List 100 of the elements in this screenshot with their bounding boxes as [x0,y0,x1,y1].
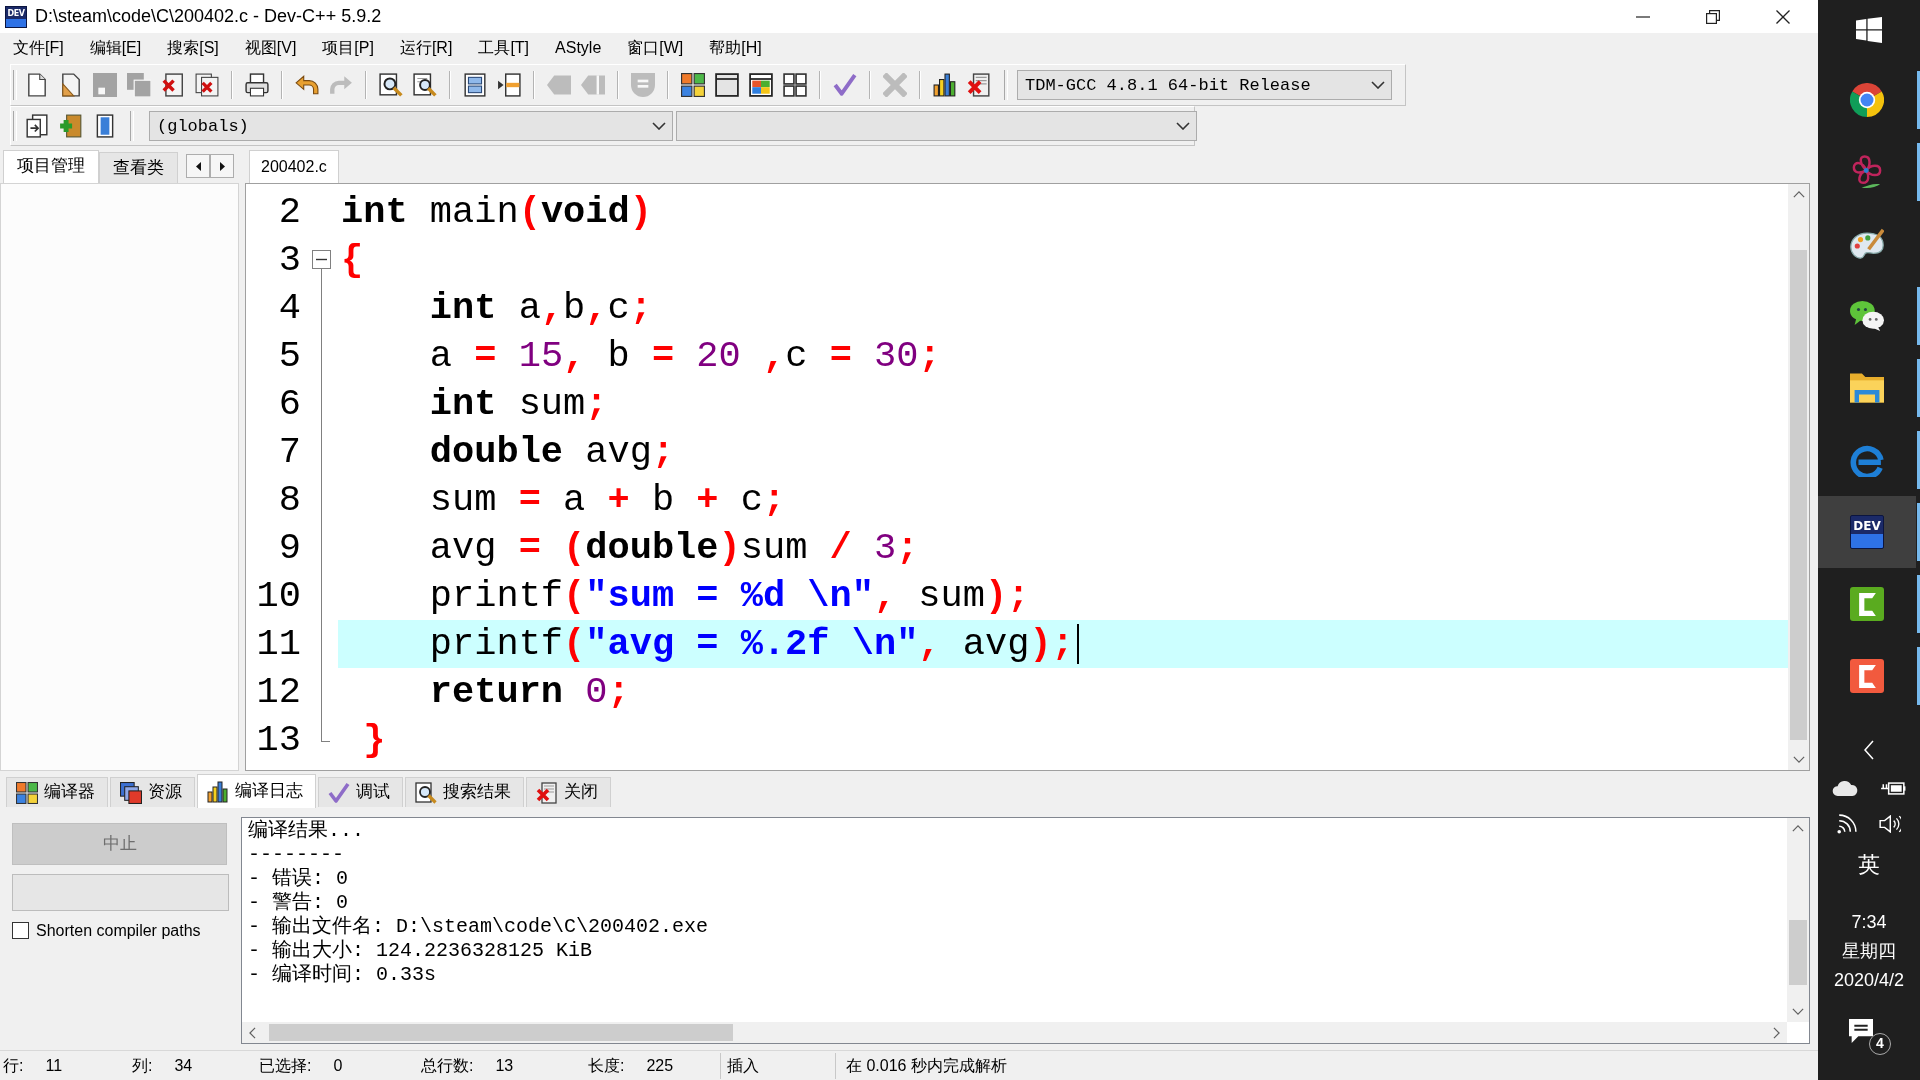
window-title: D:\steam\code\C\200402.c - Dev-C++ 5.9.2 [35,5,382,28]
page-icon [59,73,83,97]
scope-select[interactable]: (globals) [149,111,673,141]
clock-weekday: 星期四 [1842,940,1896,963]
restore-icon [1706,9,1720,24]
status-value: 11 [45,1055,63,1076]
color-grid-icon [681,73,705,97]
log-line: - 编译时间: 0.33s [248,963,438,987]
bottom-tab[interactable]: 调试 [318,777,403,807]
cloud-icon[interactable] [1832,780,1858,796]
speaker-icon[interactable] [1879,815,1901,833]
line-number: 12 [255,670,302,715]
menu-item[interactable]: 文件[F] [0,33,77,62]
minimize-icon [1636,15,1650,18]
page-magnifier-icon [415,781,437,804]
file-tab[interactable]: 200402.c [249,150,339,183]
log-line: - 输出大小: 124.2236328125 KiB [248,939,594,963]
color-window-icon [749,73,773,97]
page-magnifier-icon [413,73,437,97]
line-number: 9 [277,526,302,571]
chevron-down-icon [1176,122,1190,130]
code-line: printf("sum = %d \n", sum); [429,575,1030,617]
menu-item[interactable]: 编辑[E] [76,33,155,62]
panel-tab[interactable]: 项目管理 [3,150,99,183]
battery-icon[interactable] [1880,781,1906,795]
scrollbar-thumb[interactable] [1790,250,1807,740]
close-icon [1776,9,1790,24]
code-line: printf("avg = %.2f \n", avg); [429,623,1074,665]
code-line: int main(void) [341,191,652,233]
menu-item[interactable]: 工具[T] [465,33,543,62]
printer-icon [245,73,269,97]
page-cross-icon [161,73,185,97]
chevron-down-icon[interactable] [1792,756,1805,763]
bottom-tab[interactable]: 关闭 [526,777,611,807]
scroll-right-button[interactable] [210,154,234,178]
chevron-up-icon[interactable] [1792,191,1805,198]
chevron-down-icon [1371,81,1385,89]
save-icon [93,73,117,97]
line-number: 4 [277,286,302,331]
page-cross-icon [536,781,558,804]
menu-item[interactable]: 搜索[S] [154,33,232,62]
compiler-select[interactable]: TDM-GCC 4.8.1 64-bit Release [1017,70,1392,100]
chevron-down-icon[interactable] [1791,1008,1804,1015]
status-label: 列: [132,1055,153,1076]
bottom-tab[interactable]: 编译日志 [197,774,316,808]
cross-icon [883,73,907,97]
checkbox-label[interactable]: Shorten compiler paths [36,921,201,941]
menu-item[interactable]: 项目[P] [309,33,387,62]
app-logo: DEV [5,5,27,28]
bar-chart-icon [933,73,957,97]
checkbox[interactable] [12,922,29,940]
page-magnifier-icon [379,73,403,97]
input-mode-indicator[interactable]: 英 [1858,842,1880,888]
palette-icon [1850,227,1884,261]
pages-cross-icon [195,73,219,97]
code-line: int sum; [429,383,608,425]
menu-item[interactable]: AStyle [542,33,615,62]
fold-toggle-icon[interactable] [311,250,331,269]
four-panes-icon [1856,17,1882,43]
bottom-tab[interactable]: 编译器 [6,777,108,807]
menu-item[interactable]: 窗口[W] [614,33,697,62]
bottom-tab[interactable]: 搜索结果 [405,777,524,807]
menu-item[interactable]: 帮助[H] [696,33,775,62]
line-number: 5 [277,334,302,379]
tag-icon [581,73,605,97]
panel-tab[interactable]: 查看类 [99,152,178,183]
code-line: sum = a + b + c; [429,479,786,521]
line-number: 2 [277,190,302,235]
triangle-right-icon [219,161,225,171]
clock-time: 7:34 [1851,911,1887,934]
status-label: 行: [3,1055,24,1076]
menu-item[interactable]: 视图[V] [231,33,310,62]
checkmark-icon [328,781,350,804]
page-cross-icon [967,73,991,97]
scrollbar-thumb[interactable] [269,1024,733,1041]
menu-item[interactable]: 运行[R] [386,33,466,62]
color-wheel-icon [1850,83,1884,117]
edit-mode-text: 插入 [720,1052,836,1079]
scrollbar-thumb[interactable] [1789,920,1807,985]
bottom-tab[interactable]: 资源 [110,777,195,807]
folder-icon [1850,371,1884,405]
status-label: 总行数: [421,1055,474,1076]
line-number: 11 [255,622,302,667]
status-label: 长度: [588,1055,625,1076]
clock-date: 2020/4/2 [1833,969,1905,992]
line-number: 13 [255,718,302,763]
code-line: double avg; [429,431,675,473]
chevron-right-icon[interactable] [1773,1026,1780,1039]
taskbar-app-button[interactable]: DEV [1818,496,1916,568]
flower-icon [1850,155,1884,189]
message-icon[interactable] [1849,1019,1873,1043]
stacked-squares-icon [127,73,151,97]
code-line: return 0; [429,671,630,713]
curved-arrow-icon [295,73,319,97]
shield-icon [631,73,655,97]
scroll-left-button[interactable] [186,154,210,178]
code-line: } [363,719,386,761]
chevron-up-icon[interactable] [1791,825,1804,832]
window-icon [715,73,739,97]
wifi-icon[interactable] [1837,814,1857,834]
